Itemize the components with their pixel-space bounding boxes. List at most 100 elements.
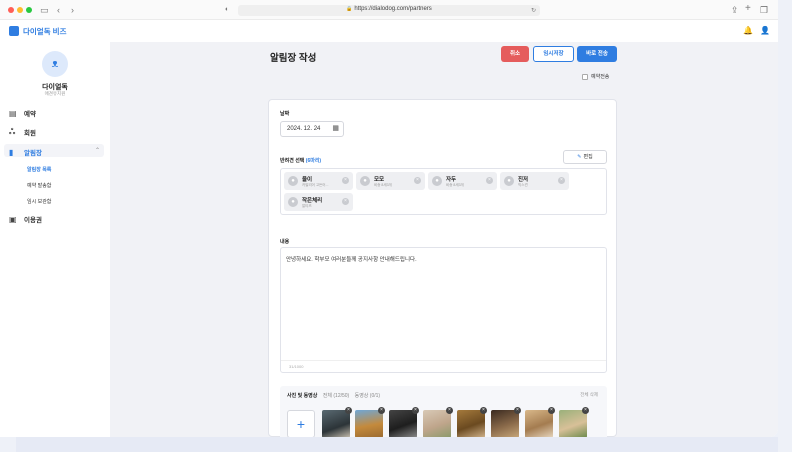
app-header: 다이얼독 비즈 🔔 👤 (0, 20, 778, 42)
dog-name: 모모 (374, 177, 385, 183)
content-textarea[interactable]: 안녕하세요. 학부모 여러분들께 공지사항 안내해드립니다. 31/1000 (280, 247, 607, 373)
form-card: 날짜 2024. 12. 24 ▦ 반려견 선택 (6마리) ✎ 편집 ● 율이 … (268, 99, 617, 437)
send-now-button[interactable]: 바로 전송 (577, 46, 617, 62)
photo-thumbnail[interactable] (491, 410, 519, 437)
ticket-icon: ▣ (9, 214, 17, 224)
avatar[interactable]: ᴥ (42, 51, 68, 77)
forward-icon[interactable]: › (71, 5, 74, 15)
remove-icon[interactable]: × (414, 177, 421, 184)
sidebar-item-ticket[interactable]: ▣ 이용권 (9, 214, 42, 225)
close-window-dot[interactable] (8, 7, 14, 13)
new-tab-icon[interactable]: + (745, 4, 751, 14)
photo-thumbnail[interactable] (559, 410, 587, 437)
bell-icon[interactable]: 🔔 (743, 26, 753, 35)
address-bar[interactable]: 🔒 https://dialodog.com/partners ↻ (238, 5, 540, 16)
sidebar: ᴥ 다이얼독 애견유치원 ▤ 예약 ஃ 회원 ▮ 알림장 ⌃ 알림장 목록 예약… (0, 42, 110, 437)
remove-photo-icon[interactable]: × (480, 407, 487, 414)
schedule-checkbox[interactable] (582, 73, 588, 80)
remove-icon[interactable]: × (342, 198, 349, 205)
dog-name: 진저 (518, 177, 529, 183)
selected-dogs-box: ● 율이 카발리어 고든어... × ● 모모 비숑 8세3개 × ● 자두 비… (280, 168, 607, 215)
submenu-drafts[interactable]: 임시 보관함 (27, 198, 51, 205)
temp-save-button[interactable]: 임시저장 (533, 46, 574, 62)
sidebar-item-notebook[interactable]: ▮ 알림장 (9, 147, 42, 158)
dog-name: 자두 (446, 177, 457, 183)
dog-avatar: ● (432, 176, 442, 186)
plus-icon: + (296, 416, 306, 432)
remove-icon[interactable]: × (342, 177, 349, 184)
remove-photo-icon[interactable]: × (412, 407, 419, 414)
pencil-icon: ✎ (577, 154, 582, 160)
minimize-window-dot[interactable] (17, 7, 23, 13)
dog-chip[interactable]: ● 율이 카발리어 고든어... × (284, 172, 353, 190)
date-value: 2024. 12. 24 (287, 126, 321, 132)
dog-name: 작은체리 (302, 198, 323, 204)
remove-photo-icon[interactable]: × (514, 407, 521, 414)
submenu-notebook-list[interactable]: 알림장 목록 (27, 166, 51, 173)
share-icon[interactable]: ⇪ (731, 5, 739, 15)
tab-overview-icon[interactable]: ❐ (760, 5, 768, 15)
content-label: 내용 (280, 239, 290, 245)
dog-breed: 말티즈 (302, 204, 312, 208)
logo-text: 다이얼독 비즈 (23, 27, 67, 36)
lock-icon: 🔒 (346, 6, 353, 12)
browser-toolbar: ▭ ‹ › ◐ 🔒 https://dialodog.com/partners ↻… (0, 0, 778, 20)
remove-icon[interactable]: × (558, 177, 565, 184)
dog-chip[interactable]: ● 작은체리 말티즈 × (284, 193, 353, 211)
browser-window: ▭ ‹ › ◐ 🔒 https://dialodog.com/partners ↻… (0, 0, 778, 437)
edit-kids-button[interactable]: ✎ 편집 (563, 150, 607, 164)
calendar-icon: ▤ (9, 108, 17, 118)
logo-icon (9, 26, 19, 36)
main-content: 알림장 작성 취소 임시저장 바로 전송 예약전송 날짜 2024. 12. 2… (110, 42, 778, 437)
sidebar-item-reservation[interactable]: ▤ 예약 (9, 108, 36, 119)
dog-avatar: ● (360, 176, 370, 186)
reload-icon[interactable]: ↻ (531, 6, 536, 16)
dog-chip[interactable]: ● 모모 비숑 8세3개 × (356, 172, 425, 190)
calendar-icon[interactable]: ▦ (332, 122, 339, 136)
users-icon: ஃ (9, 127, 16, 136)
back-icon[interactable]: ‹ (57, 5, 60, 15)
schedule-send-option[interactable]: 예약전송 (582, 73, 609, 80)
photo-thumbnail[interactable] (457, 410, 485, 437)
dog-avatar: ● (504, 176, 514, 186)
tab-photos-video[interactable]: 동영상 (0/1) (355, 393, 380, 399)
remove-photo-icon[interactable]: × (446, 407, 453, 414)
photo-thumbnail[interactable] (525, 410, 553, 437)
add-photo-button[interactable]: + (287, 410, 315, 437)
remove-photo-icon[interactable]: × (582, 407, 589, 414)
remove-icon[interactable]: × (486, 177, 493, 184)
remove-photo-icon[interactable]: × (345, 407, 352, 414)
school-type: 애견유치원 (44, 91, 66, 96)
remove-photo-icon[interactable]: × (378, 407, 385, 414)
photo-thumbnail[interactable] (355, 410, 383, 437)
date-field[interactable]: 2024. 12. 24 ▦ (280, 121, 344, 137)
dog-avatar: ● (288, 176, 298, 186)
photo-header: 사진 및 동영상 전체 (12/50) 동영상 (0/1) (287, 392, 384, 399)
sidebar-toggle-icon[interactable]: ▭ (40, 5, 49, 15)
maximize-window-dot[interactable] (26, 7, 32, 13)
sidebar-item-label: 회원 (24, 130, 36, 137)
dog-name: 율이 (302, 177, 313, 183)
content-text: 안녕하세요. 학부모 여러분들께 공지사항 안내해드립니다. (286, 257, 417, 263)
user-icon[interactable]: 👤 (760, 26, 770, 35)
photo-thumbnail[interactable] (322, 410, 350, 437)
privacy-shield-icon[interactable]: ◐ (225, 5, 229, 15)
sidebar-item-members[interactable]: ஃ 회원 (9, 127, 36, 137)
sidebar-item-label: 알림장 (24, 150, 42, 157)
cancel-button[interactable]: 취소 (501, 46, 529, 62)
delete-all-button[interactable]: 전체 삭제 (580, 392, 598, 398)
kids-count: (6마리) (305, 158, 322, 164)
textarea-divider (281, 360, 606, 361)
dog-chip[interactable]: ● 진저 믹스견 × (500, 172, 569, 190)
dog-avatar: ● (288, 197, 298, 207)
edit-label: 편집 (583, 154, 593, 160)
photo-thumbnail[interactable] (389, 410, 417, 437)
kids-label: 반려견 선택 (6마리) (280, 157, 321, 164)
photo-thumbnail[interactable] (423, 410, 451, 437)
tab-photos-all[interactable]: 전체 (12/50) (323, 393, 349, 399)
dog-chip[interactable]: ● 자두 비숑 8세3개 × (428, 172, 497, 190)
remove-photo-icon[interactable]: × (548, 407, 555, 414)
chevron-up-icon[interactable]: ⌃ (95, 147, 100, 154)
submenu-scheduled[interactable]: 예약 발송함 (27, 182, 51, 189)
sidebar-item-label: 이용권 (24, 217, 42, 224)
